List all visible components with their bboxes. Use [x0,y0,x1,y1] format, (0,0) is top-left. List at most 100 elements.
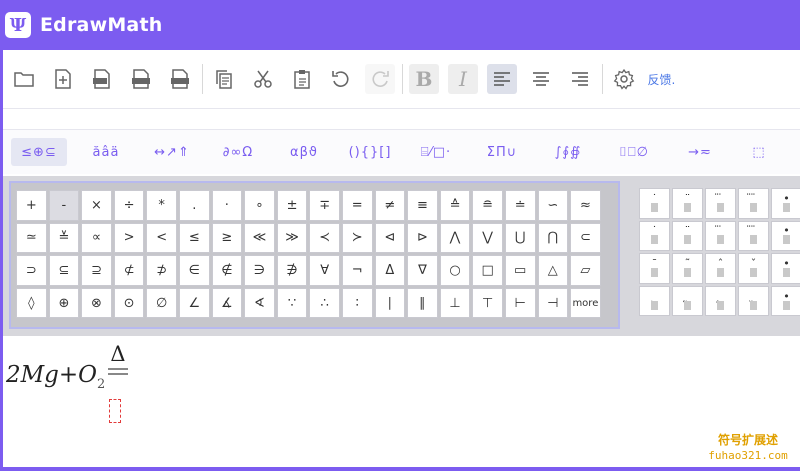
symbol-key[interactable]: ∓ [309,190,340,221]
accent-key[interactable]: ⃜ [738,188,769,219]
accent-key[interactable]: • [771,188,800,219]
symbol-key[interactable]: ○ [439,255,471,286]
formula-text[interactable]: 2Mg+O2 [6,362,105,392]
symbol-key[interactable]: ∉ [211,255,243,286]
symbol-key[interactable]: ∅ [146,287,177,319]
export-pic-button[interactable] [87,64,117,94]
accent-key[interactable]: ⃛ [705,188,736,219]
symbol-key[interactable]: ⊇ [81,255,112,286]
symbol-key[interactable]: ∵ [276,287,308,319]
symbol-key[interactable]: ⋂ [537,222,569,254]
symbol-key[interactable]: ≺ [309,222,340,254]
symbol-key[interactable]: ∝ [81,222,112,254]
over-arrow-stack[interactable]: Δ [107,343,129,375]
symbol-key[interactable]: * [146,190,177,221]
symbol-key[interactable]: - [48,190,80,221]
symbol-key[interactable]: ⊙ [113,287,145,319]
symbol-key[interactable]: ⋀ [439,222,471,254]
symbol-key[interactable]: ⊳ [407,222,438,254]
symbol-key[interactable]: ⊲ [374,222,406,254]
symbol-key[interactable]: ≃ [16,222,47,254]
align-center-button[interactable] [526,64,556,94]
accent-key[interactable]: ̰ [672,285,703,317]
symbol-key[interactable]: > [113,222,145,254]
category-tab-2[interactable]: ăâä [79,138,133,166]
export-tex-button[interactable] [165,64,195,94]
symbol-key[interactable]: + [16,190,47,221]
symbol-key[interactable]: < [146,222,177,254]
symbol-key[interactable]: ¬ [341,255,373,286]
symbol-key[interactable]: ▭ [504,255,536,286]
feedback-link[interactable]: 反馈. [648,71,676,88]
symbol-key[interactable]: ∽ [537,190,569,221]
symbol-key[interactable]: ≡ [407,190,438,221]
new-file-button[interactable] [48,64,78,94]
symbol-key[interactable]: ≻ [341,222,373,254]
symbol-key[interactable]: ⊗ [81,287,112,319]
accent-key[interactable]: ̬ [738,285,769,317]
symbol-key[interactable]: ∘ [244,190,275,221]
bold-button[interactable]: B [409,64,439,94]
symbol-key[interactable]: ∴ [309,287,340,319]
accent-key[interactable]: • [771,253,800,284]
align-right-button[interactable] [565,64,595,94]
accent-key[interactable]: • [771,285,800,317]
accent-key[interactable]: ¨ [672,220,703,252]
symbol-key[interactable]: ⊂ [570,222,601,254]
symbol-key[interactable]: ≤ [178,222,210,254]
symbol-key[interactable]: ⊥ [439,287,471,319]
symbol-key[interactable]: ⋃ [504,222,536,254]
symbol-key[interactable]: ∌ [276,255,308,286]
symbol-key[interactable]: ⋁ [472,222,503,254]
export-html-button[interactable] [126,64,156,94]
align-left-button[interactable] [487,64,517,94]
symbol-key[interactable]: ∠ [178,287,210,319]
symbol-key[interactable]: ∥ [407,287,438,319]
category-tab-8[interactable]: ΣΠ∪ [475,138,529,166]
symbol-key[interactable]: ⊕ [48,287,80,319]
accent-key[interactable]: ˆ [705,253,736,284]
accent-key[interactable]: ˙ [639,188,670,219]
symbol-key[interactable]: ⊄ [113,255,145,286]
symbol-key[interactable]: ≘ [472,190,503,221]
symbol-key[interactable]: × [81,190,112,221]
symbol-key[interactable]: ≙ [439,190,471,221]
more-symbols-button[interactable]: more [570,287,601,319]
symbol-key[interactable]: ≠ [374,190,406,221]
symbol-key[interactable]: ≚ [48,222,80,254]
category-tab-11[interactable]: →≂ [673,138,727,166]
accent-key[interactable]: ˜ [672,253,703,284]
symbol-key[interactable]: ⊣ [537,287,569,319]
italic-button[interactable]: I [448,64,478,94]
symbol-key[interactable]: = [341,190,373,221]
symbol-key[interactable]: ⊢ [504,287,536,319]
symbol-key[interactable]: ± [276,190,308,221]
symbol-key[interactable]: ∡ [211,287,243,319]
paste-button[interactable] [287,64,317,94]
symbol-key[interactable]: ⊅ [146,255,177,286]
category-tab-1[interactable]: ≤⊕⊆ [11,138,67,166]
category-tab-3[interactable]: ↔↗⇑ [145,138,199,166]
accent-key[interactable]: ˇ [738,253,769,284]
symbol-key[interactable]: ∀ [309,255,340,286]
category-tab-7[interactable]: ⌸⁄□· [409,138,463,166]
symbol-key[interactable]: ⊃ [16,255,47,286]
category-tab-4[interactable]: ∂∞Ω [211,138,265,166]
category-tab-12[interactable]: ⬚ [739,138,779,166]
symbol-key[interactable]: □ [472,255,503,286]
accent-key[interactable]: ⃛ [705,220,736,252]
category-tab-6[interactable]: (){}[] [343,138,397,166]
symbol-key[interactable]: ∣ [374,287,406,319]
symbol-key[interactable]: · [211,190,243,221]
symbol-key[interactable]: Δ [374,255,406,286]
settings-button[interactable] [609,64,639,94]
symbol-key[interactable]: ≪ [244,222,275,254]
symbol-key[interactable]: △ [537,255,569,286]
accent-key[interactable]: ̭ [705,285,736,317]
category-tab-10[interactable]: ⌷⎕∅ [607,138,661,166]
accent-key[interactable]: ̣ [639,285,670,317]
symbol-key[interactable]: ≫ [276,222,308,254]
symbol-key[interactable]: ◊ [16,287,47,319]
category-tab-9[interactable]: ∫∮∯ [541,138,595,166]
symbol-key[interactable]: ≥ [211,222,243,254]
